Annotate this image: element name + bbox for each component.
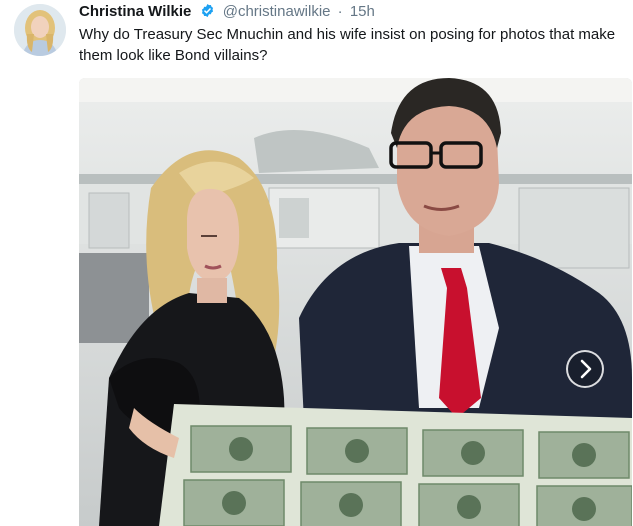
verified-badge-icon (200, 3, 215, 24)
author-avatar[interactable] (14, 4, 66, 56)
chevron-right-icon (580, 359, 592, 379)
tweet-text: Why do Treasury Sec Mnuchin and his wife… (79, 26, 616, 64)
avatar-photo (14, 4, 66, 56)
tweet-timestamp[interactable]: 15h (350, 3, 375, 20)
tweet-media-photo[interactable] (79, 78, 632, 526)
separator-dot: · (337, 3, 343, 20)
tweet-header: Christina Wilkie @christinawilkie · 15h (79, 2, 375, 24)
next-photo-button[interactable] (566, 350, 604, 388)
author-name[interactable]: Christina Wilkie (79, 3, 191, 20)
author-handle[interactable]: @christinawilkie (223, 3, 331, 20)
photo-illustration (79, 78, 632, 526)
